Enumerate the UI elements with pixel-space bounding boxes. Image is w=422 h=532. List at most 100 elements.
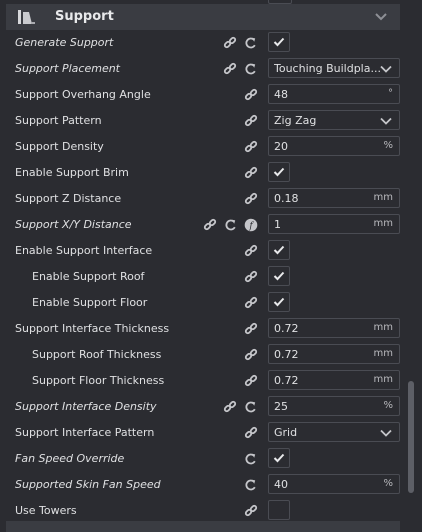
setting-label: Enable Support Floor: [32, 296, 148, 309]
setting-checkbox[interactable]: [268, 292, 290, 312]
setting-row: Supported Skin Fan Speed 40%: [0, 472, 405, 498]
setting-label: Support Floor Thickness: [32, 374, 165, 387]
setting-row: Enable Support Floor: [0, 290, 405, 316]
setting-row: Enable Support Brim: [0, 160, 405, 186]
setting-label: Support Placement: [15, 62, 120, 75]
setting-row: Support Interface Pattern Grid: [0, 420, 405, 446]
unit-label: mm: [373, 322, 393, 333]
reset-icon[interactable]: [244, 478, 258, 492]
setting-checkbox[interactable]: [268, 162, 290, 182]
setting-label: Support Z Distance: [15, 192, 122, 205]
setting-input[interactable]: 0.72 mm: [268, 344, 400, 364]
next-section-header[interactable]: [6, 521, 400, 532]
reset-icon[interactable]: [244, 62, 258, 76]
setting-row: Support Pattern Zig Zag: [0, 108, 405, 134]
setting-input[interactable]: 48 °: [268, 84, 400, 104]
setting-label: Use Towers: [15, 504, 77, 517]
input-value: 0.18: [274, 192, 299, 205]
setting-label: Enable Support Brim: [15, 166, 129, 179]
link-icon[interactable]: [244, 88, 258, 102]
link-icon[interactable]: [223, 62, 237, 76]
input-value: 0.72: [274, 348, 299, 361]
link-icon[interactable]: [203, 218, 217, 232]
unit-label: mm: [373, 374, 393, 385]
setting-input[interactable]: 0.18 mm: [268, 188, 400, 208]
dropdown-value: Grid: [274, 426, 298, 439]
unit-label: mm: [373, 348, 393, 359]
link-icon[interactable]: [244, 426, 258, 440]
setting-label: Support X/Y Distance: [15, 218, 132, 231]
setting-checkbox[interactable]: [268, 448, 290, 468]
link-icon[interactable]: [244, 322, 258, 336]
input-value: 20: [274, 140, 288, 153]
setting-checkbox[interactable]: [268, 32, 290, 52]
setting-input[interactable]: 1 mm: [268, 214, 400, 234]
setting-label: Supported Skin Fan Speed: [15, 478, 161, 491]
setting-input[interactable]: 0.72 mm: [268, 370, 400, 390]
reset-icon[interactable]: [244, 452, 258, 466]
setting-row: Support Density 20%: [0, 134, 405, 160]
function-icon[interactable]: f: [244, 218, 258, 232]
setting-row: Enable Support Roof: [0, 264, 405, 290]
setting-row: Fan Speed Override: [0, 446, 405, 472]
setting-row: Support Overhang Angle 48 °: [0, 82, 405, 108]
link-icon[interactable]: [244, 348, 258, 362]
setting-label: Support Density: [15, 140, 104, 153]
link-icon[interactable]: [244, 166, 258, 180]
link-icon[interactable]: [244, 140, 258, 154]
setting-row: Support Interface Density 25%: [0, 394, 405, 420]
setting-label: Generate Support: [15, 36, 114, 49]
unit-label: mm: [373, 218, 393, 229]
setting-input[interactable]: 0.72 mm: [268, 318, 400, 338]
link-icon[interactable]: [223, 400, 237, 414]
setting-row: Support Floor Thickness 0.72 mm: [0, 368, 405, 394]
setting-label: Enable Support Interface: [15, 244, 153, 257]
link-icon[interactable]: [223, 36, 237, 50]
section-header-support[interactable]: Support: [6, 4, 400, 30]
setting-input[interactable]: 40%: [268, 474, 400, 494]
setting-row: Support Placement Touching Buildpla...: [0, 56, 405, 82]
link-icon[interactable]: [244, 296, 258, 310]
setting-label: Support Overhang Angle: [15, 88, 151, 101]
unit-label: mm: [373, 192, 393, 203]
link-icon[interactable]: [244, 192, 258, 206]
setting-label: Enable Support Roof: [32, 270, 145, 283]
chevron-down-icon[interactable]: [374, 11, 388, 23]
link-icon[interactable]: [244, 270, 258, 284]
setting-row: Support X/Y Distance f 1 mm: [0, 212, 405, 238]
support-icon: [16, 9, 36, 25]
setting-row: Support Interface Thickness 0.72 mm: [0, 316, 405, 342]
link-icon[interactable]: [244, 244, 258, 258]
input-value: 0.72: [274, 322, 299, 335]
unit-label: °: [388, 88, 393, 99]
input-value: 1: [274, 218, 281, 231]
setting-input[interactable]: 20%: [268, 136, 400, 156]
setting-checkbox[interactable]: [268, 240, 290, 260]
dropdown-value: Touching Buildpla...: [274, 62, 381, 75]
unit-label: %: [383, 400, 393, 411]
setting-checkbox[interactable]: [268, 500, 290, 520]
setting-input[interactable]: 25%: [268, 396, 400, 416]
link-icon[interactable]: [244, 114, 258, 128]
link-icon[interactable]: [244, 504, 258, 518]
setting-row: Support Roof Thickness 0.72 mm: [0, 342, 405, 368]
link-icon[interactable]: [244, 374, 258, 388]
dropdown-value: Zig Zag: [274, 114, 317, 127]
setting-dropdown[interactable]: Touching Buildpla...: [268, 58, 400, 78]
unit-label: %: [383, 478, 393, 489]
setting-checkbox[interactable]: [268, 266, 290, 286]
setting-label: Support Interface Thickness: [15, 322, 170, 335]
setting-label: Fan Speed Override: [15, 452, 125, 465]
input-value: 40: [274, 478, 288, 491]
setting-row: Generate Support: [0, 30, 405, 56]
setting-dropdown[interactable]: Zig Zag: [268, 110, 400, 130]
scrollbar-thumb[interactable]: [408, 381, 414, 493]
reset-icon[interactable]: [224, 218, 238, 232]
unit-label: %: [383, 140, 393, 151]
setting-dropdown[interactable]: Grid: [268, 422, 400, 442]
input-value: 0.72: [274, 374, 299, 387]
reset-icon[interactable]: [244, 400, 258, 414]
setting-label: Support Interface Pattern: [15, 426, 155, 439]
reset-icon[interactable]: [244, 36, 258, 50]
input-value: 25: [274, 400, 288, 413]
